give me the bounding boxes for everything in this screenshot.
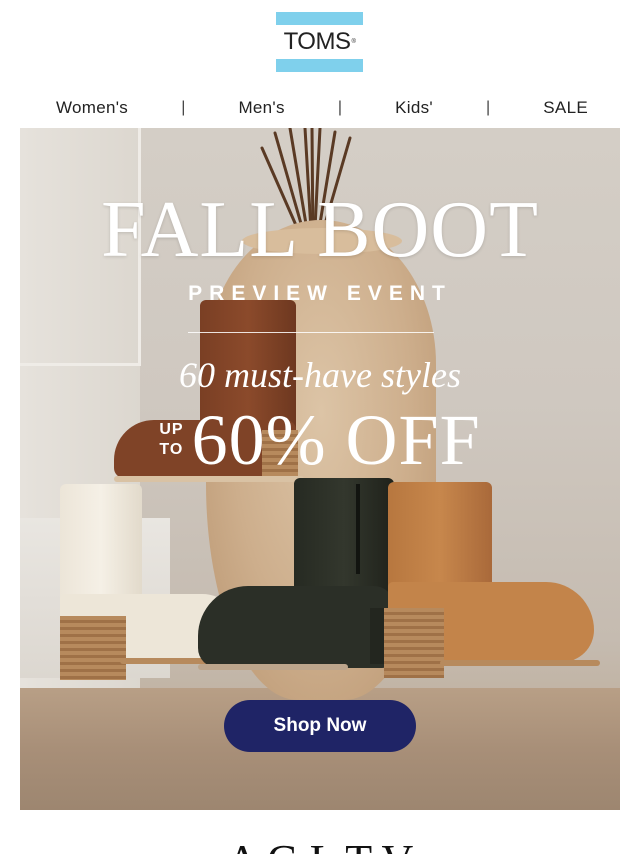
next-section-heading: A G L T V bbox=[0, 838, 640, 854]
offer-to-label: TO bbox=[159, 441, 184, 458]
offer-value: 60% OFF bbox=[191, 399, 481, 480]
logo-band-bottom bbox=[276, 59, 363, 72]
nav-link-kids[interactable]: Kids' bbox=[395, 98, 433, 118]
nav-link-sale[interactable]: SALE bbox=[543, 98, 588, 118]
nav-separator: | bbox=[337, 99, 343, 116]
hero-banner[interactable]: FALL BOOT PREVIEW EVENT 60 must-have sty… bbox=[20, 128, 620, 810]
nav-link-women[interactable]: Women's bbox=[56, 98, 128, 118]
boot-tan-image bbox=[380, 482, 600, 682]
hero-title: FALL BOOT bbox=[101, 186, 539, 274]
hero-styles-text: 60 must-have styles bbox=[179, 355, 461, 395]
nav-separator: | bbox=[181, 99, 186, 116]
nav-separator: | bbox=[486, 99, 491, 116]
offer-up-label: UP bbox=[159, 421, 184, 438]
nav-link-men[interactable]: Men's bbox=[238, 98, 284, 118]
logo-text: TOMS ® bbox=[283, 28, 356, 55]
hero-offer: UP TO 60% OFF bbox=[20, 400, 620, 480]
offer-up-to: UP TO bbox=[159, 420, 183, 460]
hero-subtitle: PREVIEW EVENT bbox=[188, 282, 452, 305]
hero-divider bbox=[188, 332, 434, 333]
main-nav: Women's | Men's | Kids' | SALE bbox=[20, 96, 620, 120]
shop-now-button[interactable]: Shop Now bbox=[224, 700, 416, 752]
toms-logo[interactable]: TOMS ® bbox=[276, 12, 363, 72]
logo-band-top bbox=[276, 12, 363, 25]
